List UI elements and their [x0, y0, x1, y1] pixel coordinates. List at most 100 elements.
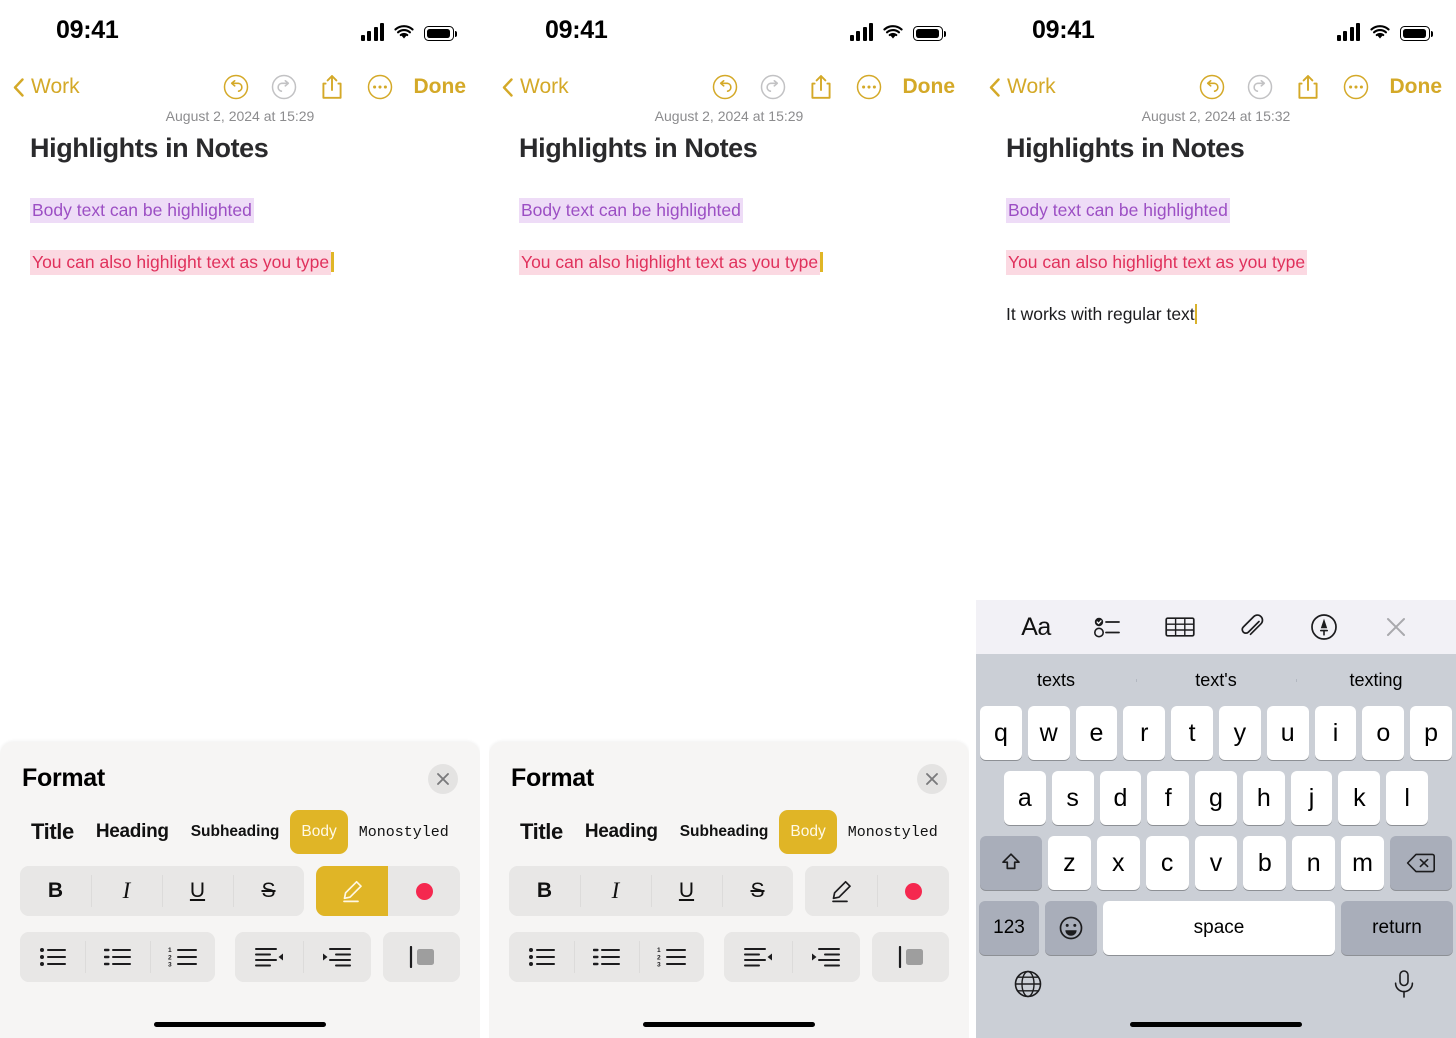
- style-subheading-button[interactable]: Subheading: [180, 810, 291, 854]
- style-body-button[interactable]: Body: [779, 810, 837, 854]
- shift-key[interactable]: [980, 836, 1042, 890]
- redo-button[interactable]: [1236, 66, 1284, 108]
- key-s[interactable]: s: [1051, 771, 1094, 825]
- note-body-line-2[interactable]: You can also highlight text as you type: [30, 250, 334, 275]
- redo-button[interactable]: [749, 66, 797, 108]
- done-button[interactable]: Done: [903, 75, 956, 99]
- checklist-tool[interactable]: [1085, 604, 1131, 650]
- key-w[interactable]: w: [1027, 706, 1070, 760]
- undo-button[interactable]: [212, 66, 260, 108]
- numbered-list-button[interactable]: 123: [150, 932, 216, 982]
- dashed-list-button[interactable]: [85, 932, 151, 982]
- more-options-button[interactable]: [1332, 66, 1380, 108]
- key-h[interactable]: h: [1242, 771, 1285, 825]
- indent-button[interactable]: [792, 932, 861, 982]
- suggestion-2[interactable]: text's: [1136, 670, 1296, 691]
- share-button[interactable]: [1284, 66, 1332, 108]
- bold-button[interactable]: B: [509, 866, 580, 916]
- italic-button[interactable]: I: [580, 866, 651, 916]
- highlight-color-button[interactable]: [388, 866, 460, 916]
- numbers-key[interactable]: 123: [979, 901, 1039, 955]
- key-c[interactable]: c: [1145, 836, 1189, 890]
- markup-tool[interactable]: [1301, 604, 1347, 650]
- dismiss-keyboard-tool[interactable]: [1373, 604, 1419, 650]
- share-button[interactable]: [308, 66, 356, 108]
- key-a[interactable]: a: [1003, 771, 1046, 825]
- indent-button[interactable]: [303, 932, 372, 982]
- style-title-button[interactable]: Title: [20, 810, 85, 854]
- style-subheading-button[interactable]: Subheading: [669, 810, 780, 854]
- key-z[interactable]: z: [1048, 836, 1091, 890]
- key-q[interactable]: q: [980, 706, 1022, 760]
- key-e[interactable]: e: [1075, 706, 1118, 760]
- key-u[interactable]: u: [1266, 706, 1309, 760]
- text-format-tool[interactable]: Aa: [1013, 604, 1059, 650]
- table-tool[interactable]: [1157, 604, 1203, 650]
- backspace-key[interactable]: [1390, 836, 1453, 890]
- italic-button[interactable]: I: [91, 866, 162, 916]
- undo-button[interactable]: [1188, 66, 1236, 108]
- key-t[interactable]: t: [1171, 706, 1213, 760]
- dashed-list-button[interactable]: [574, 932, 640, 982]
- key-k[interactable]: k: [1338, 771, 1381, 825]
- key-x[interactable]: x: [1096, 836, 1140, 890]
- redo-button[interactable]: [260, 66, 308, 108]
- key-j[interactable]: j: [1290, 771, 1333, 825]
- highlighter-button[interactable]: [316, 866, 389, 916]
- key-y[interactable]: y: [1219, 706, 1261, 760]
- key-v[interactable]: v: [1194, 836, 1238, 890]
- key-p[interactable]: p: [1410, 706, 1452, 760]
- key-d[interactable]: d: [1099, 771, 1142, 825]
- done-button[interactable]: Done: [414, 75, 467, 99]
- underline-button[interactable]: U: [162, 866, 233, 916]
- bulleted-list-button[interactable]: [20, 932, 86, 982]
- key-g[interactable]: g: [1195, 771, 1237, 825]
- note-body-line-1[interactable]: Body text can be highlighted: [30, 198, 254, 223]
- key-b[interactable]: b: [1243, 836, 1287, 890]
- note-body-line-3[interactable]: It works with regular text: [1006, 303, 1198, 327]
- key-m[interactable]: m: [1341, 836, 1385, 890]
- more-options-button[interactable]: [356, 66, 404, 108]
- style-monostyled-button[interactable]: Monostyled: [348, 810, 460, 854]
- key-f[interactable]: f: [1147, 771, 1190, 825]
- bold-button[interactable]: B: [20, 866, 91, 916]
- style-monostyled-button[interactable]: Monostyled: [837, 810, 949, 854]
- outdent-button[interactable]: [235, 932, 304, 982]
- numbered-list-button[interactable]: 123: [639, 932, 705, 982]
- key-n[interactable]: n: [1292, 836, 1336, 890]
- suggestion-1[interactable]: texts: [976, 670, 1136, 691]
- block-quote-button[interactable]: [872, 932, 949, 982]
- note-body-line-2[interactable]: You can also highlight text as you type: [1006, 250, 1308, 275]
- dictation-button[interactable]: [1384, 964, 1424, 1004]
- highlighter-button[interactable]: [805, 866, 878, 916]
- close-format-sheet-button[interactable]: [917, 764, 947, 794]
- key-r[interactable]: r: [1123, 706, 1166, 760]
- note-body-line-1[interactable]: Body text can be highlighted: [519, 198, 743, 223]
- outdent-button[interactable]: [724, 932, 793, 982]
- style-heading-button[interactable]: Heading: [85, 810, 180, 854]
- globe-language-button[interactable]: [1008, 964, 1048, 1004]
- return-key[interactable]: return: [1341, 901, 1453, 955]
- note-body-line-2[interactable]: You can also highlight text as you type: [519, 250, 823, 275]
- attach-tool[interactable]: [1229, 604, 1275, 650]
- emoji-key[interactable]: [1045, 901, 1097, 955]
- bulleted-list-button[interactable]: [509, 932, 575, 982]
- note-body-line-1[interactable]: Body text can be highlighted: [1006, 198, 1230, 223]
- highlight-color-button[interactable]: [877, 866, 949, 916]
- more-options-button[interactable]: [845, 66, 893, 108]
- space-key[interactable]: space: [1103, 901, 1335, 955]
- done-button[interactable]: Done: [1390, 75, 1443, 99]
- style-title-button[interactable]: Title: [509, 810, 574, 854]
- close-format-sheet-button[interactable]: [428, 764, 458, 794]
- suggestion-3[interactable]: texting: [1296, 670, 1456, 691]
- strikethrough-button[interactable]: S: [722, 866, 793, 916]
- style-heading-button[interactable]: Heading: [574, 810, 669, 854]
- key-i[interactable]: i: [1314, 706, 1357, 760]
- undo-button[interactable]: [701, 66, 749, 108]
- key-l[interactable]: l: [1386, 771, 1429, 825]
- block-quote-button[interactable]: [383, 932, 460, 982]
- key-o[interactable]: o: [1362, 706, 1405, 760]
- strikethrough-button[interactable]: S: [233, 866, 304, 916]
- style-body-button[interactable]: Body: [290, 810, 348, 854]
- share-button[interactable]: [797, 66, 845, 108]
